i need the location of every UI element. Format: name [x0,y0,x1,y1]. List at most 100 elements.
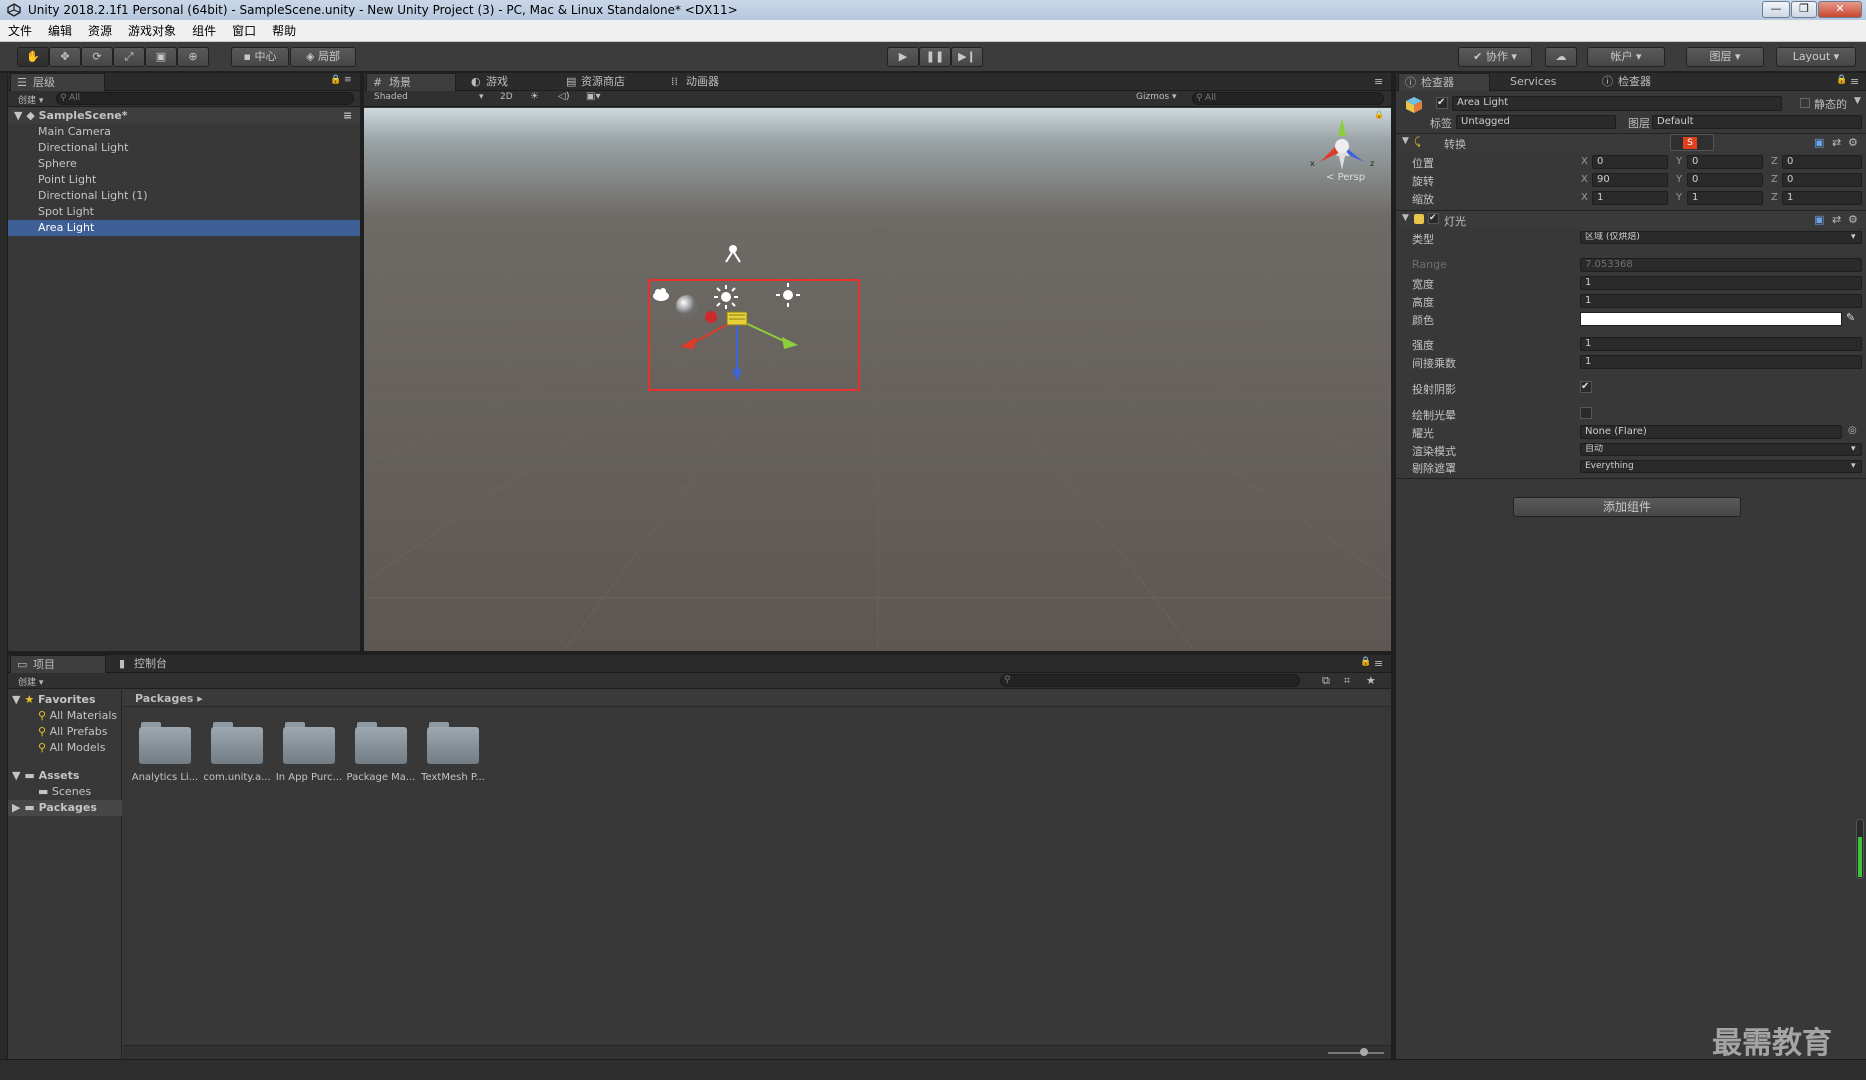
menu-edit[interactable]: 编辑 [40,20,80,42]
rotate-tool-button[interactable]: ⟳ [81,47,113,67]
hierarchy-item-directional-light[interactable]: Directional Light [8,140,360,156]
folder-item[interactable]: Package Ma... [347,722,415,783]
directional-light-1-icon[interactable] [776,283,800,307]
active-checkbox[interactable]: ✔ [1436,97,1448,109]
create-dropdown[interactable]: 创建 ▾ [18,93,43,106]
assets-node[interactable]: ▼ ▬ Assets [8,768,122,784]
tab-inspector-2[interactable]: ⓘ 检查器 [1596,73,1696,91]
position-z-field[interactable]: 0 [1782,155,1862,169]
filter-type-icon[interactable]: ⧉ [1322,674,1330,688]
z-axis-handle[interactable] [732,369,742,381]
static-dropdown-arrow-icon[interactable]: ▼ [1854,96,1861,106]
scale-y-field[interactable]: 1 [1687,191,1763,205]
object-picker-icon[interactable]: ◎ [1848,425,1857,436]
scale-z-field[interactable]: 1 [1782,191,1862,205]
position-x-field[interactable]: 0 [1592,155,1668,169]
panel-menu-icon[interactable]: ≡ [1374,657,1383,670]
filter-label-icon[interactable]: ⌗ [1344,674,1350,688]
perspective-label[interactable]: < Persp [1326,172,1365,183]
rect-tool-button[interactable]: ▣ [145,47,177,67]
draw-halo-checkbox[interactable] [1580,407,1592,419]
slider-thumb[interactable] [1360,1048,1368,1056]
tab-game[interactable]: ◐ 游戏 [464,73,544,91]
effects-toggle-icon[interactable]: ▣▾ [586,91,600,102]
lock-icon[interactable]: 🔒 [1360,657,1371,667]
menu-gameobject[interactable]: 游戏对象 [120,20,184,42]
space-toggle[interactable]: ◈ 局部 [290,47,356,67]
add-component-button[interactable]: 添加组件 [1513,497,1741,517]
icon-size-slider[interactable] [1328,1052,1384,1054]
shading-mode-dropdown[interactable]: Shaded [374,92,408,102]
light-component-header[interactable]: ▼ ✔ 灯光 ▣ ⇄ ⚙ [1396,210,1866,228]
settings-gear-icon[interactable]: ⚙ [1848,136,1858,149]
tab-animator[interactable]: ⁞⁞ 动画器 [664,73,754,91]
indirect-multiplier-field[interactable]: 1 [1580,355,1862,369]
sogou-ime-floating-toolbar[interactable]: S [1670,134,1714,151]
menu-window[interactable]: 窗口 [224,20,264,42]
scene-root[interactable]: ▼ ◆ SampleScene* ≡ [8,108,360,124]
lighting-toggle-icon[interactable]: ☀ [530,91,539,102]
create-dropdown[interactable]: 创建 ▾ [18,675,43,688]
breadcrumb[interactable]: Packages ▸ [135,692,203,705]
layers-dropdown[interactable]: 图层 ▾ [1686,47,1764,67]
tab-hierarchy[interactable]: ☰ 层级 [10,73,105,91]
transform-header[interactable]: ▼ ⤹ 转换 S ▣ ⇄ ⚙ [1396,133,1866,151]
x-axis-handle[interactable] [680,337,696,349]
rotation-x-field[interactable]: 90 [1592,173,1668,187]
spot-light-gizmo-icon[interactable] [722,242,744,264]
help-icon[interactable]: ▣ [1814,213,1824,226]
intensity-field[interactable]: 1 [1580,337,1862,351]
close-button[interactable]: ✕ [1818,1,1862,18]
scene-menu-icon[interactable]: ≡ [343,108,352,124]
play-button[interactable]: ▶ [887,47,919,67]
favorite-all-models[interactable]: ⚲ All Models [8,740,122,756]
panel-menu-icon[interactable]: ≡ [1374,75,1383,88]
step-button[interactable]: ▶❙ [951,47,983,67]
hierarchy-item-spot-light[interactable]: Spot Light [8,204,360,220]
preset-icon[interactable]: ⇄ [1832,136,1841,149]
menu-help[interactable]: 帮助 [264,20,304,42]
tab-asset-store[interactable]: ▤ 资源商店 [559,73,659,91]
position-y-field[interactable]: 0 [1687,155,1763,169]
preset-icon[interactable]: ⇄ [1832,213,1841,226]
packages-node[interactable]: ▶ ▬ Packages [8,800,122,816]
folder-item[interactable]: com.unity.a... [203,722,271,783]
tag-dropdown[interactable]: Untagged [1456,115,1616,129]
favorite-all-prefabs[interactable]: ⚲ All Prefabs [8,724,122,740]
toggle-2d-button[interactable]: 2D [500,92,513,102]
scene-search-input[interactable]: ⚲ All [1192,92,1384,105]
tab-console[interactable]: ▮ 控制台 [112,655,202,673]
light-type-dropdown[interactable]: 区域 (仅烘焙) ▾ [1580,231,1862,244]
move-tool-button[interactable]: ✥ [49,47,81,67]
tab-project[interactable]: ▭ 项目 [10,655,106,673]
hierarchy-item-sphere[interactable]: Sphere [8,156,360,172]
culling-mask-dropdown[interactable]: Everything ▾ [1580,460,1862,473]
pivot-toggle[interactable]: ▪ 中心 [231,47,289,67]
favorite-all-materials[interactable]: ⚲ All Materials [8,708,122,724]
audio-toggle-icon[interactable]: ◁) [558,91,570,102]
hierarchy-item-main-camera[interactable]: Main Camera [8,124,360,140]
panel-menu-icon[interactable]: ≡ [1850,75,1859,88]
width-field[interactable]: 1 [1580,276,1862,290]
maximize-button[interactable]: ❐ [1791,1,1817,18]
menu-component[interactable]: 组件 [184,20,224,42]
flare-object-field[interactable]: None (Flare) [1580,425,1842,439]
favorites-node[interactable]: ▼ ★ Favorites [8,692,122,708]
hierarchy-search-input[interactable]: ⚲ All [56,92,354,105]
hierarchy-item-point-light[interactable]: Point Light [8,172,360,188]
lock-icon[interactable]: 🔒 [1836,75,1847,85]
cast-shadows-checkbox[interactable]: ✔ [1580,381,1592,393]
minimize-button[interactable]: — [1762,1,1790,18]
pause-button[interactable]: ❚❚ [919,47,951,67]
height-field[interactable]: 1 [1580,294,1862,308]
menu-assets[interactable]: 资源 [80,20,120,42]
account-dropdown[interactable]: 帐户 ▾ [1587,47,1665,67]
object-name-field[interactable]: Area Light [1452,96,1782,111]
light-enabled-checkbox[interactable]: ✔ [1428,213,1439,224]
transform-gizmo[interactable] [648,279,860,391]
layer-dropdown[interactable]: Default [1652,115,1862,129]
hierarchy-item-area-light[interactable]: Area Light [8,220,360,236]
gizmos-dropdown[interactable]: Gizmos ▾ [1136,92,1177,102]
y-axis-handle[interactable] [782,337,798,349]
help-icon[interactable]: ▣ [1814,136,1824,149]
